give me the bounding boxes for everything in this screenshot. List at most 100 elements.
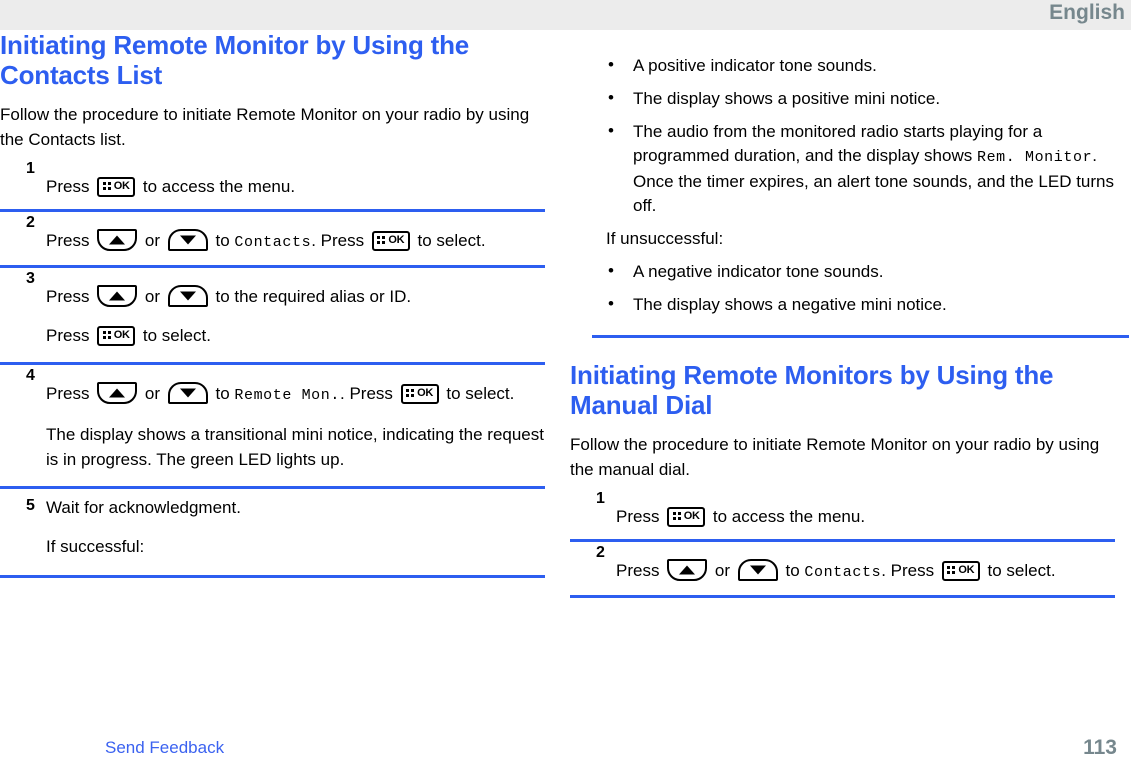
bullet-icon: • <box>608 88 614 107</box>
list-item: • The audio from the monitored radio sta… <box>570 120 1115 218</box>
step-number: 2 <box>26 214 35 231</box>
two-column-body: Initiating Remote Monitor by Using the C… <box>0 30 1131 730</box>
page-number: 113 <box>1083 736 1117 759</box>
step-text-fragment: Press <box>46 231 95 250</box>
display-text-remote-mon: Remote Mon. <box>234 387 340 404</box>
step-text-fragment: or <box>710 561 735 580</box>
step-text-fragment: to <box>210 231 235 250</box>
step-text-fragment: . Press <box>340 384 398 403</box>
list-item: • A positive indicator tone sounds. <box>570 54 1115 78</box>
list-item-text: A positive indicator tone sounds. <box>633 56 877 75</box>
ok-key-label: OK <box>417 387 434 400</box>
step-item: 1 Press OK to access the menu. <box>570 488 1115 542</box>
step-text-fragment: to select. <box>441 384 515 403</box>
up-arrow-key-icon <box>97 381 138 404</box>
unsuccessful-label: If unsuccessful: <box>606 229 724 248</box>
step-text-fragment: . Press <box>881 561 939 580</box>
left-column: Initiating Remote Monitor by Using the C… <box>0 30 545 578</box>
step-content: Press or to Remote Mon.. Press OK to sel… <box>0 369 545 472</box>
step-text-fragment: Press <box>46 326 95 345</box>
ok-key-label: OK <box>113 180 130 193</box>
step-number: 1 <box>596 490 605 507</box>
right-intro-paragraph: Follow the procedure to initiate Remote … <box>570 435 1100 479</box>
up-arrow-key-icon <box>667 558 708 581</box>
step-number: 2 <box>596 544 605 561</box>
step-text-fragment: to select. <box>412 231 486 250</box>
bullet-icon: • <box>608 261 614 280</box>
step-text-fragment: . Press <box>311 231 369 250</box>
ok-key-icon: OK <box>667 506 706 527</box>
step-item: 3 Press or to the required alias or ID. … <box>0 268 545 365</box>
left-intro-paragraph: Follow the procedure to initiate Remote … <box>0 105 530 149</box>
unsuccessful-bullet-list: • A negative indicator tone sounds. • Th… <box>570 260 1115 317</box>
step-content: Press OK to access the menu. <box>570 492 1115 529</box>
success-outcomes: • A positive indicator tone sounds. • Th… <box>570 30 1115 317</box>
down-arrow-key-icon <box>737 558 778 581</box>
step-text-fragment: to <box>210 384 235 403</box>
step-content: Press or to the required alias or ID. Pr… <box>0 272 545 348</box>
bullet-icon: • <box>608 294 614 313</box>
step-text-fragment: Press <box>616 561 665 580</box>
step-text-fragment: Press <box>616 507 665 526</box>
ok-key-icon: OK <box>941 560 980 581</box>
list-item-text: The display shows a positive mini notice… <box>633 89 941 108</box>
bullet-icon: • <box>608 55 614 74</box>
step-line: Wait for acknowledgment. <box>46 498 241 517</box>
ok-key-icon: OK <box>97 176 136 197</box>
menu-grid-icon <box>947 565 956 575</box>
document-page: English Initiating Remote Monitor by Usi… <box>0 0 1131 762</box>
bullet-icon: • <box>608 121 614 140</box>
down-arrow-key-icon <box>167 228 208 251</box>
step-item: 4 Press or to Remote Mon.. Press OK to s… <box>0 365 545 489</box>
menu-grid-icon <box>102 181 112 191</box>
display-text-contacts: Contacts <box>234 234 312 251</box>
display-text-rem-monitor: Rem. Monitor <box>976 149 1093 166</box>
ok-key-icon: OK <box>400 383 439 404</box>
menu-grid-icon <box>406 388 415 398</box>
step-text-fragment: to the required alias or ID. <box>210 287 412 306</box>
step-text-fragment: or <box>140 287 165 306</box>
display-text-contacts: Contacts <box>804 564 882 581</box>
list-item-text: The display shows a negative mini notice… <box>633 295 947 314</box>
up-arrow-key-icon <box>97 228 138 251</box>
list-item: • The display shows a positive mini noti… <box>570 87 1115 111</box>
step-line: Press or to Remote Mon.. Press OK to sel… <box>46 381 545 408</box>
ok-key-label: OK <box>388 234 405 247</box>
step-note: If successful: <box>46 537 145 556</box>
up-arrow-key-icon <box>97 284 138 307</box>
step-note: The display shows a transitional mini no… <box>46 425 544 469</box>
step-content: Press or to Contacts. Press OK to select… <box>0 216 545 255</box>
list-item-text: A negative indicator tone sounds. <box>633 262 884 281</box>
menu-grid-icon <box>377 235 386 245</box>
step-text-fragment: Press <box>46 177 95 196</box>
step-content: Wait for acknowledgment. If successful: <box>0 495 545 559</box>
step-number: 4 <box>26 367 35 384</box>
step-number: 1 <box>26 160 35 177</box>
page-title-left: Initiating Remote Monitor by Using the C… <box>0 30 470 90</box>
page-header-band: English <box>0 0 1131 30</box>
step-text-fragment: to access the menu. <box>708 507 866 526</box>
ok-key-icon: OK <box>97 325 136 346</box>
ok-key-label: OK <box>683 510 700 523</box>
send-feedback-link[interactable]: Send Feedback <box>105 738 224 758</box>
step-text-fragment: Press <box>46 384 95 403</box>
right-column: • A positive indicator tone sounds. • Th… <box>570 30 1129 598</box>
step-text-fragment: or <box>140 384 165 403</box>
step-number: 3 <box>26 270 35 287</box>
list-item: • A negative indicator tone sounds. <box>570 260 1115 284</box>
step-text-fragment: to <box>780 561 805 580</box>
header-language-label: English <box>1049 1 1125 24</box>
step-content: Press OK to access the menu. <box>0 162 545 199</box>
step-number: 5 <box>26 497 35 514</box>
list-item: • The display shows a negative mini noti… <box>570 293 1115 317</box>
success-bullet-list: • A positive indicator tone sounds. • Th… <box>570 54 1115 218</box>
menu-grid-icon <box>102 330 112 340</box>
step-line: Press or to the required alias or ID. <box>46 284 545 309</box>
step-item: 2 Press or to Contacts. Press OK to sele… <box>570 542 1115 598</box>
step-item: 5 Wait for acknowledgment. If successful… <box>0 489 545 578</box>
menu-grid-icon <box>672 511 682 521</box>
step-text-fragment: to select. <box>982 561 1056 580</box>
step-text-fragment: to access the menu. <box>138 177 296 196</box>
ok-key-label: OK <box>113 329 130 342</box>
step-text-fragment: to select. <box>138 326 211 345</box>
